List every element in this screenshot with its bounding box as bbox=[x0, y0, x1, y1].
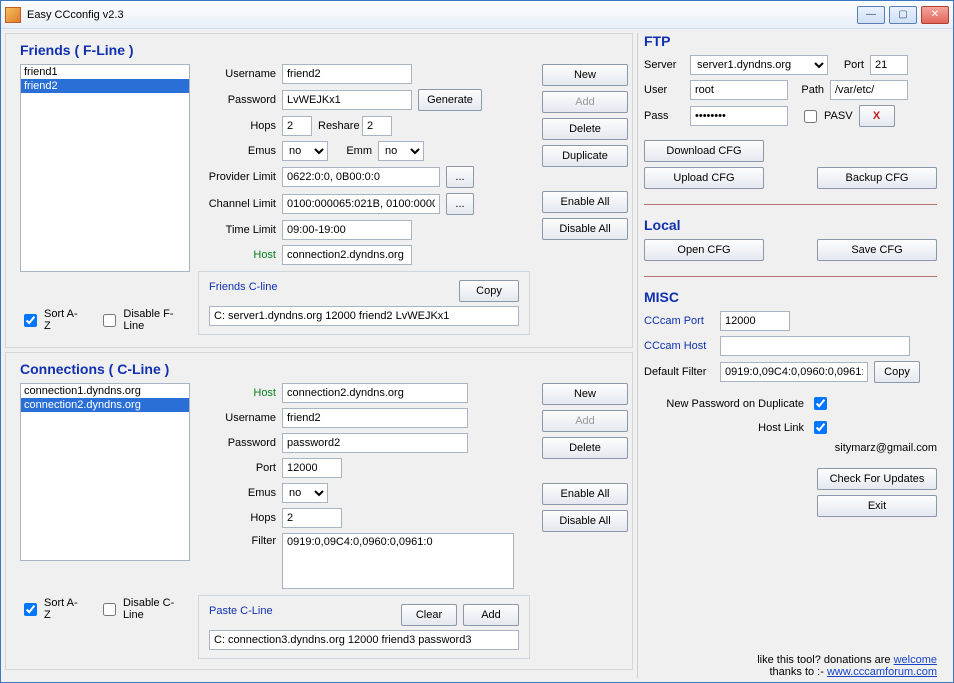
friends-title: Friends ( F-Line ) bbox=[20, 42, 622, 58]
close-button[interactable]: ✕ bbox=[921, 6, 949, 24]
friends-cline-value[interactable] bbox=[209, 306, 519, 326]
provider-limit-browse-button[interactable]: ... bbox=[446, 166, 474, 188]
ftp-upload-button[interactable]: Upload CFG bbox=[644, 167, 764, 189]
conn-password-input[interactable] bbox=[282, 433, 468, 453]
app-window: Easy CCconfig v2.3 — ▢ ✕ Friends ( F-Lin… bbox=[0, 0, 954, 683]
friends-listbox[interactable]: friend1 friend2 bbox=[20, 64, 190, 272]
connections-disable-checkbox[interactable]: Disable C-Line bbox=[99, 597, 190, 621]
newpw-checkbox[interactable] bbox=[814, 397, 827, 410]
friends-disable-all-button[interactable]: Disable All bbox=[542, 218, 628, 240]
friends-duplicate-button[interactable]: Duplicate bbox=[542, 145, 628, 167]
minimize-button[interactable]: — bbox=[857, 6, 885, 24]
ftp-backup-button[interactable]: Backup CFG bbox=[817, 167, 937, 189]
contact-email: sitymarz@gmail.com bbox=[644, 442, 937, 454]
friends-reshare-input[interactable] bbox=[362, 116, 392, 136]
conn-hops-input[interactable] bbox=[282, 508, 342, 528]
ftp-title: FTP bbox=[644, 33, 937, 49]
ftp-pasv-checkbox[interactable]: PASV bbox=[800, 107, 853, 126]
conn-new-button[interactable]: New bbox=[542, 383, 628, 405]
donate-link[interactable]: welcome bbox=[894, 654, 937, 666]
titlebar: Easy CCconfig v2.3 — ▢ ✕ bbox=[1, 1, 953, 29]
friends-sort-checkbox[interactable]: Sort A-Z bbox=[20, 308, 81, 332]
cccam-host-input[interactable] bbox=[720, 336, 910, 356]
friends-disable-checkbox[interactable]: Disable F-Line bbox=[99, 308, 190, 332]
list-item[interactable]: friend1 bbox=[21, 65, 189, 79]
ftp-port-input[interactable] bbox=[870, 55, 908, 75]
friends-cline-copy-button[interactable]: Copy bbox=[459, 280, 519, 302]
paste-clear-button[interactable]: Clear bbox=[401, 604, 457, 626]
ftp-pass-input[interactable] bbox=[690, 106, 788, 126]
friends-cline-group: Friends C-line Copy bbox=[198, 271, 530, 335]
friends-time-limit-input[interactable] bbox=[282, 220, 412, 240]
ftp-server-select[interactable]: server1.dyndns.org bbox=[690, 55, 828, 75]
check-updates-button[interactable]: Check For Updates bbox=[817, 468, 937, 490]
default-filter-copy-button[interactable]: Copy bbox=[874, 361, 920, 383]
exit-button[interactable]: Exit bbox=[817, 495, 937, 517]
conn-port-input[interactable] bbox=[282, 458, 342, 478]
list-item[interactable]: friend2 bbox=[21, 79, 189, 93]
connections-title: Connections ( C-Line ) bbox=[20, 361, 622, 377]
misc-panel: MISC CCcam Port CCcam Host Default Filte… bbox=[644, 289, 937, 678]
friends-host-input[interactable] bbox=[282, 245, 412, 265]
app-icon bbox=[5, 7, 21, 23]
friends-enable-all-button[interactable]: Enable All bbox=[542, 191, 628, 213]
conn-enable-all-button[interactable]: Enable All bbox=[542, 483, 628, 505]
local-title: Local bbox=[644, 217, 937, 233]
conn-filter-textarea[interactable] bbox=[282, 533, 514, 589]
paste-cline-group: Paste C-Line Clear Add bbox=[198, 595, 530, 659]
conn-delete-button[interactable]: Delete bbox=[542, 437, 628, 459]
footer-thanks: thanks to :- www.cccamforum.com bbox=[644, 666, 937, 678]
misc-title: MISC bbox=[644, 289, 937, 305]
ftp-clear-button[interactable]: X bbox=[859, 105, 895, 127]
paste-add-button[interactable]: Add bbox=[463, 604, 519, 626]
connections-panel: Connections ( C-Line ) connection1.dyndn… bbox=[5, 352, 633, 670]
ftp-path-input[interactable] bbox=[830, 80, 908, 100]
friends-hops-input[interactable] bbox=[282, 116, 312, 136]
friends-panel: Friends ( F-Line ) friend1 friend2 Sort … bbox=[5, 33, 633, 348]
friends-channel-limit-input[interactable] bbox=[282, 194, 440, 214]
default-filter-input[interactable] bbox=[720, 362, 868, 382]
friends-new-button[interactable]: New bbox=[542, 64, 628, 86]
friends-emm-select[interactable]: no bbox=[378, 141, 424, 161]
hostlink-checkbox[interactable] bbox=[814, 421, 827, 434]
channel-limit-browse-button[interactable]: ... bbox=[446, 193, 474, 215]
cccam-port-input[interactable] bbox=[720, 311, 790, 331]
ftp-user-input[interactable] bbox=[690, 80, 788, 100]
local-open-button[interactable]: Open CFG bbox=[644, 239, 764, 261]
ftp-panel: FTP Server server1.dyndns.org Port User … bbox=[644, 33, 937, 194]
conn-emus-select[interactable]: no bbox=[282, 483, 328, 503]
list-item[interactable]: connection2.dyndns.org bbox=[21, 398, 189, 412]
friends-emus-select[interactable]: no bbox=[282, 141, 328, 161]
window-title: Easy CCconfig v2.3 bbox=[27, 9, 124, 21]
generate-button[interactable]: Generate bbox=[418, 89, 482, 111]
friends-username-input[interactable] bbox=[282, 64, 412, 84]
conn-username-input[interactable] bbox=[282, 408, 468, 428]
conn-host-input[interactable] bbox=[282, 383, 468, 403]
connections-listbox[interactable]: connection1.dyndns.org connection2.dyndn… bbox=[20, 383, 190, 561]
conn-add-button[interactable]: Add bbox=[542, 410, 628, 432]
friends-add-button[interactable]: Add bbox=[542, 91, 628, 113]
connections-sort-checkbox[interactable]: Sort A-Z bbox=[20, 597, 81, 621]
footer-donate: like this tool? donations are welcome bbox=[644, 654, 937, 666]
friends-delete-button[interactable]: Delete bbox=[542, 118, 628, 140]
maximize-button[interactable]: ▢ bbox=[889, 6, 917, 24]
friends-provider-limit-input[interactable] bbox=[282, 167, 440, 187]
conn-disable-all-button[interactable]: Disable All bbox=[542, 510, 628, 532]
local-save-button[interactable]: Save CFG bbox=[817, 239, 937, 261]
paste-cline-input[interactable] bbox=[209, 630, 519, 650]
list-item[interactable]: connection1.dyndns.org bbox=[21, 384, 189, 398]
ftp-download-button[interactable]: Download CFG bbox=[644, 140, 764, 162]
friends-password-input[interactable] bbox=[282, 90, 412, 110]
forum-link[interactable]: www.cccamforum.com bbox=[827, 666, 937, 678]
local-panel: Local Open CFG Save CFG bbox=[644, 217, 937, 266]
